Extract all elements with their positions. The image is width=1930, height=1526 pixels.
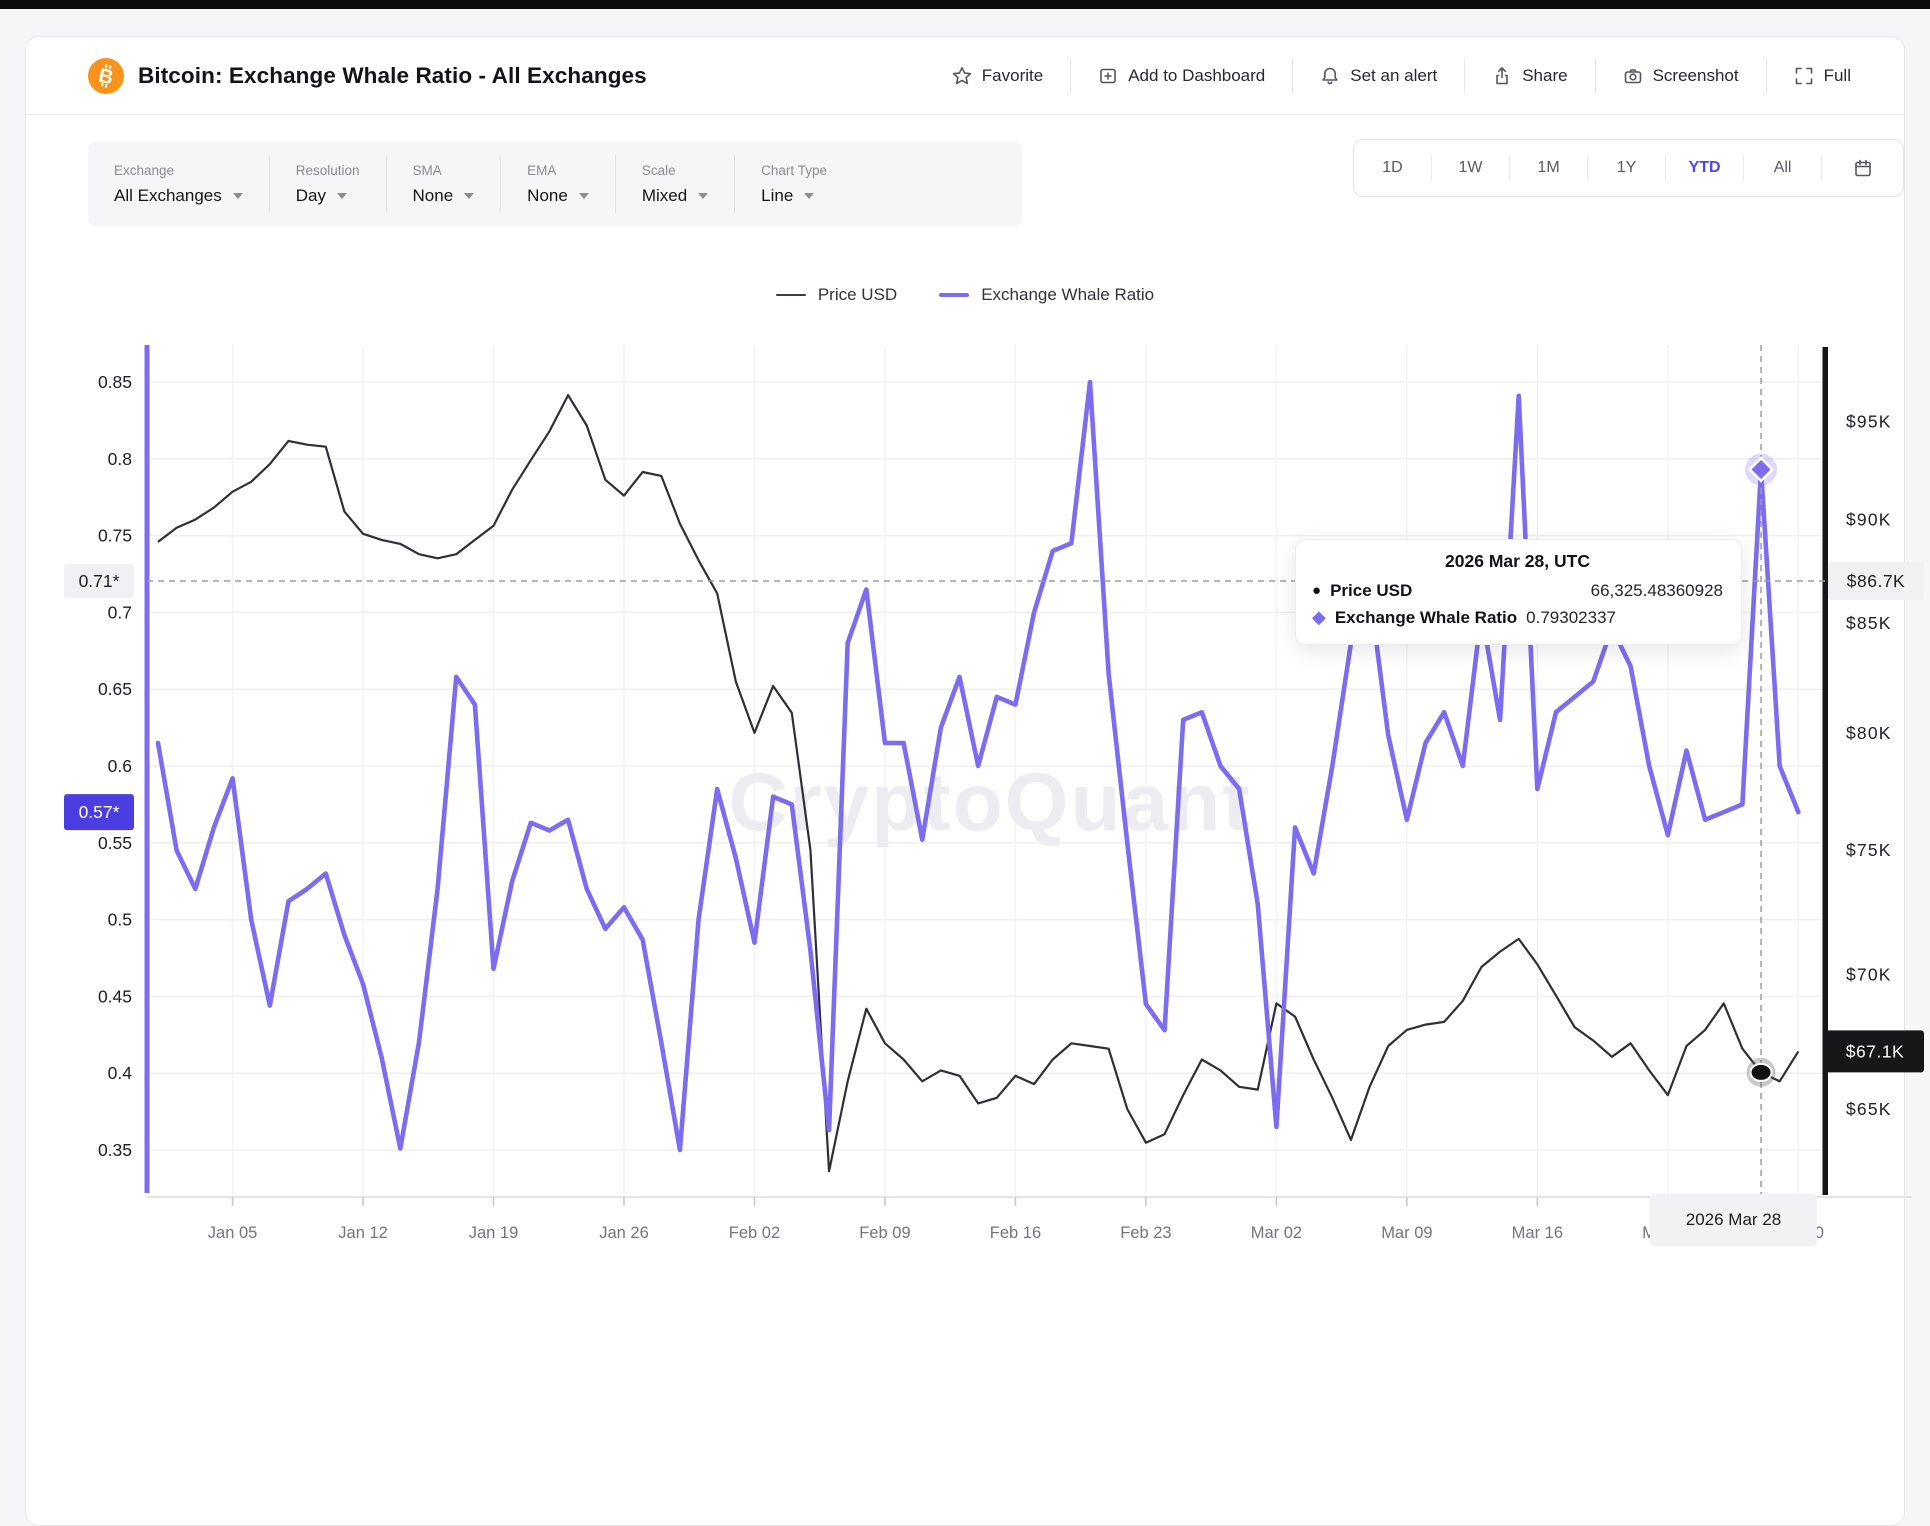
tooltip-price-row: ● Price USD 66,325.48360928 (1312, 577, 1723, 604)
set-alert-button[interactable]: Set an alert (1293, 66, 1464, 86)
range-ytd[interactable]: YTD (1666, 140, 1743, 196)
time-range-selector: 1D 1W 1M 1Y YTD All (1353, 139, 1904, 197)
tooltip-whale-row: ◆ Exchange Whale Ratio 0.79302337 (1312, 604, 1723, 631)
range-1y[interactable]: 1Y (1588, 140, 1665, 196)
whale-diamond-icon: ◆ (1312, 604, 1326, 631)
favorite-button[interactable]: Favorite (925, 66, 1070, 86)
page-title: Bitcoin: Exchange Whale Ratio - All Exch… (138, 63, 647, 89)
bell-icon (1320, 66, 1340, 86)
crosshair-date-label: 2026 Mar 28 (1650, 1194, 1817, 1246)
price-line-swatch (776, 294, 806, 297)
range-1m[interactable]: 1M (1510, 140, 1587, 196)
window-top-bar (0, 0, 1930, 9)
range-1d[interactable]: 1D (1354, 140, 1431, 196)
tooltip-title: 2026 Mar 28, UTC (1312, 551, 1723, 572)
chevron-down-icon (804, 193, 814, 199)
filter-exchange[interactable]: Exchange All Exchanges (88, 155, 269, 213)
fullscreen-button[interactable]: Full (1767, 66, 1878, 86)
range-1w[interactable]: 1W (1432, 140, 1509, 196)
chevron-down-icon (233, 193, 243, 199)
fullscreen-icon (1794, 66, 1814, 86)
share-icon (1492, 66, 1512, 86)
chart-tooltip: 2026 Mar 28, UTC ● Price USD 66,325.4836… (1295, 539, 1742, 645)
share-button[interactable]: Share (1465, 66, 1594, 86)
header-actions: Favorite Add to Dashboard Set an alert (925, 37, 1878, 114)
filter-chart-type[interactable]: Chart Type Line (734, 155, 853, 213)
chart-card: B Bitcoin: Exchange Whale Ratio - All Ex… (25, 36, 1905, 1526)
bitcoin-icon: B (88, 58, 124, 94)
legend-price-usd[interactable]: Price USD (776, 285, 897, 305)
whale-line-swatch (939, 293, 969, 297)
camera-icon (1623, 66, 1643, 86)
price-dot-icon: ● (1312, 577, 1321, 604)
date-range-picker-button[interactable] (1822, 140, 1903, 196)
filter-resolution[interactable]: Resolution Day (269, 155, 386, 213)
filter-scale[interactable]: Scale Mixed (615, 155, 734, 213)
filter-ema[interactable]: EMA None (500, 155, 615, 213)
screenshot-button[interactable]: Screenshot (1596, 66, 1766, 86)
calendar-icon (1853, 158, 1873, 178)
dashboard-plus-icon (1098, 66, 1118, 86)
chevron-down-icon (464, 193, 474, 199)
chevron-down-icon (698, 193, 708, 199)
chart-legend: Price USD Exchange Whale Ratio (26, 285, 1904, 305)
star-icon (952, 66, 972, 86)
add-to-dashboard-button[interactable]: Add to Dashboard (1071, 66, 1292, 86)
card-header: B Bitcoin: Exchange Whale Ratio - All Ex… (26, 37, 1904, 115)
range-all[interactable]: All (1744, 140, 1821, 196)
chevron-down-icon (579, 193, 589, 199)
tooltip-price-value: 66,325.48360928 (1591, 577, 1723, 604)
chevron-down-icon (337, 193, 347, 199)
legend-whale-ratio[interactable]: Exchange Whale Ratio (939, 285, 1154, 305)
tooltip-whale-value: 0.79302337 (1526, 604, 1616, 631)
filter-bar: Exchange All Exchanges Resolution Day SM… (88, 141, 1022, 227)
filter-sma[interactable]: SMA None (386, 155, 501, 213)
